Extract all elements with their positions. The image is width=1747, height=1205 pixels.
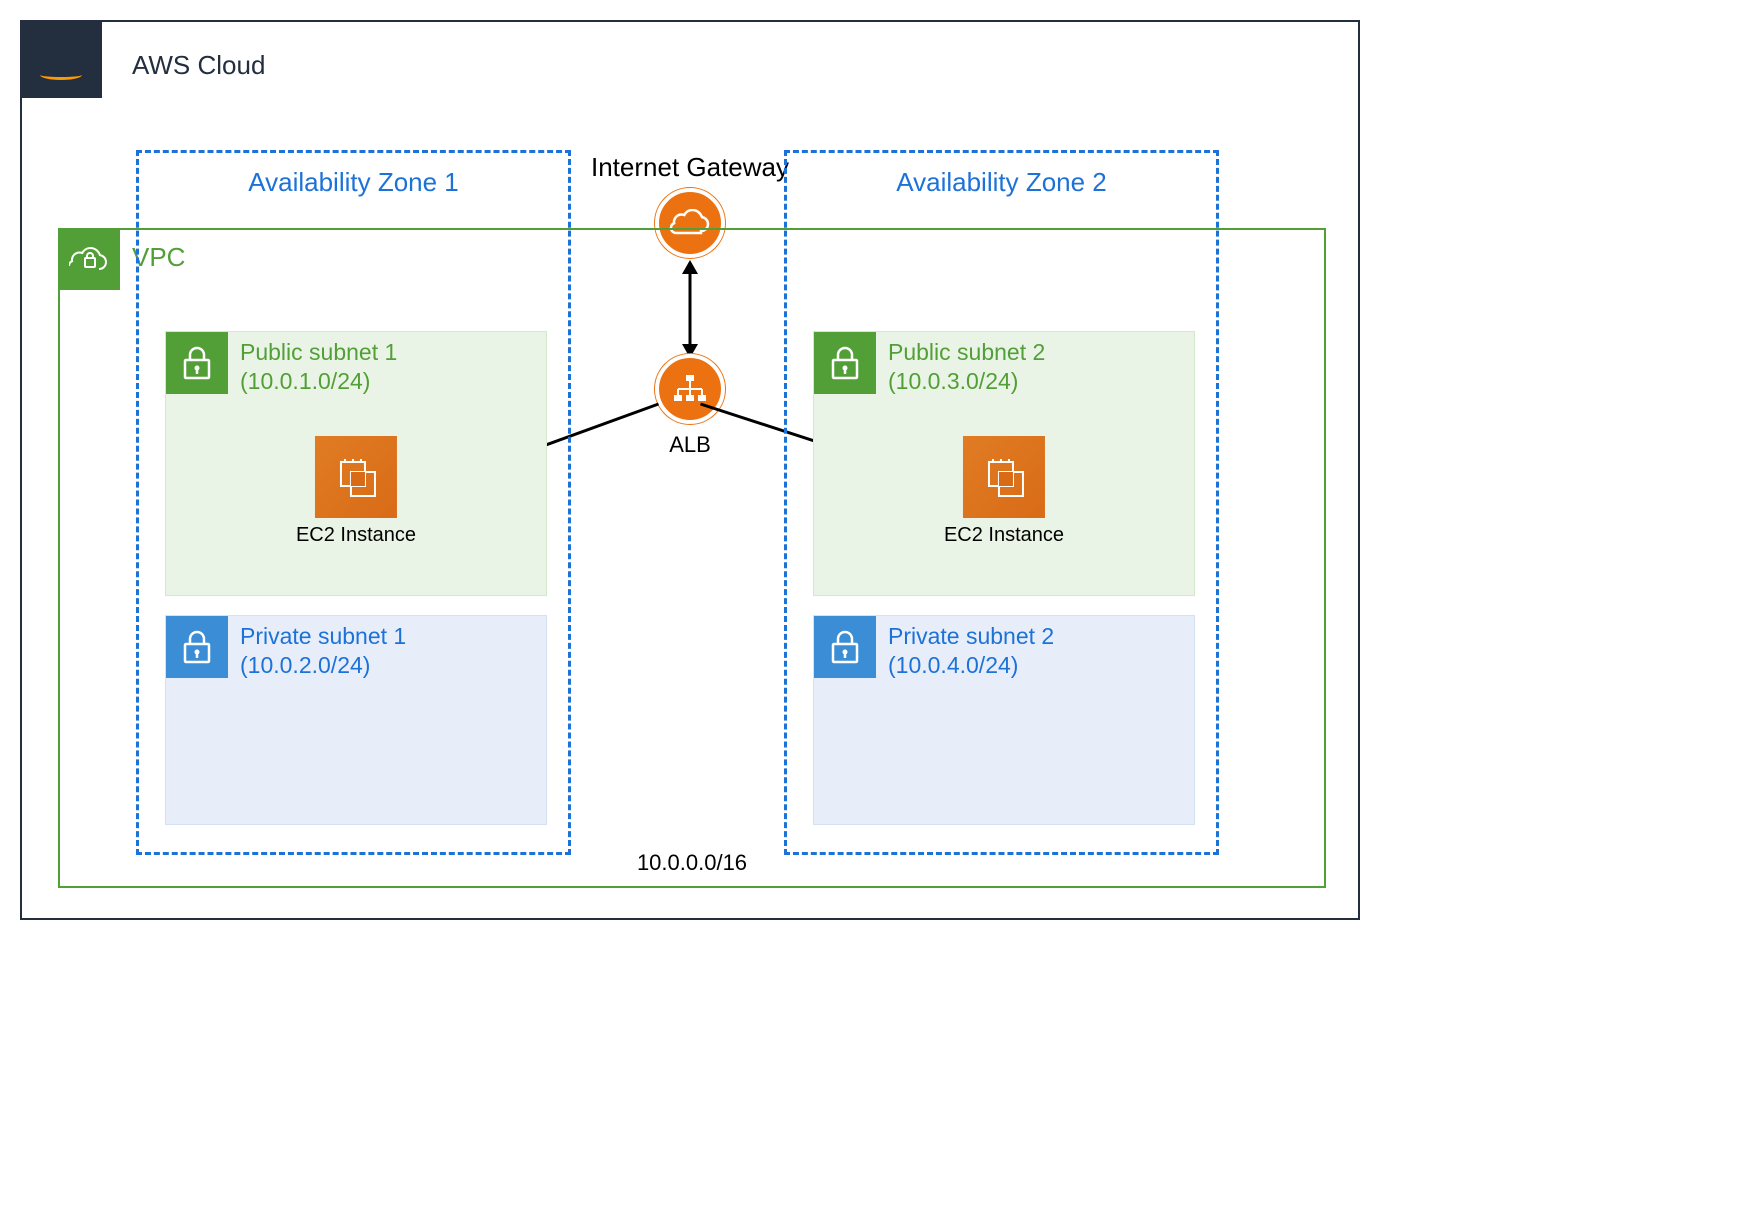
ec2-icon (315, 436, 397, 518)
ec2-1-label: EC2 Instance (296, 524, 416, 547)
subnet-cidr: (10.0.3.0/24) (888, 367, 1045, 396)
subnet-name: Public subnet 2 (888, 338, 1045, 367)
ec2-icon (963, 436, 1045, 518)
public-subnet-1-label: Public subnet 1 (10.0.1.0/24) (240, 338, 397, 396)
ec2-instance-1: EC2 Instance (296, 436, 416, 547)
subnet-name: Public subnet 1 (240, 338, 397, 367)
az2-label: Availability Zone 2 (787, 167, 1216, 198)
private-subnet-2-label: Private subnet 2 (10.0.4.0/24) (888, 622, 1054, 680)
subnet-cidr: (10.0.1.0/24) (240, 367, 397, 396)
aws-cloud-container: AWS Cloud Internet Gateway ALB VPC 10.0.… (20, 20, 1360, 920)
vpc-cidr: 10.0.0.0/16 (637, 850, 747, 876)
public-subnet-2-label: Public subnet 2 (10.0.3.0/24) (888, 338, 1045, 396)
subnet-cidr: (10.0.2.0/24) (240, 651, 406, 680)
aws-smile-icon (40, 70, 82, 80)
lock-icon (166, 616, 228, 678)
ec2-2-label: EC2 Instance (944, 524, 1064, 547)
lock-icon (814, 332, 876, 394)
public-subnet-2: Public subnet 2 (10.0.3.0/24) EC2 Instan… (813, 331, 1195, 596)
ec2-instance-2: EC2 Instance (944, 436, 1064, 547)
internet-gateway-label: Internet Gateway (591, 152, 789, 183)
lock-icon (814, 616, 876, 678)
subnet-name: Private subnet 1 (240, 622, 406, 651)
cloud-label: AWS Cloud (132, 50, 265, 81)
lock-icon (166, 332, 228, 394)
availability-zone-1: Availability Zone 1 Public subnet 1 (10.… (136, 150, 571, 855)
subnet-cidr: (10.0.4.0/24) (888, 651, 1054, 680)
az1-label: Availability Zone 1 (139, 167, 568, 198)
private-subnet-2: Private subnet 2 (10.0.4.0/24) (813, 615, 1195, 825)
vpc-icon (58, 228, 120, 290)
private-subnet-1-label: Private subnet 1 (10.0.2.0/24) (240, 622, 406, 680)
private-subnet-1: Private subnet 1 (10.0.2.0/24) (165, 615, 547, 825)
public-subnet-1: Public subnet 1 (10.0.1.0/24) EC2 Instan… (165, 331, 547, 596)
aws-logo-badge (20, 20, 102, 98)
subnet-name: Private subnet 2 (888, 622, 1054, 651)
availability-zone-2: Availability Zone 2 Public subnet 2 (10.… (784, 150, 1219, 855)
